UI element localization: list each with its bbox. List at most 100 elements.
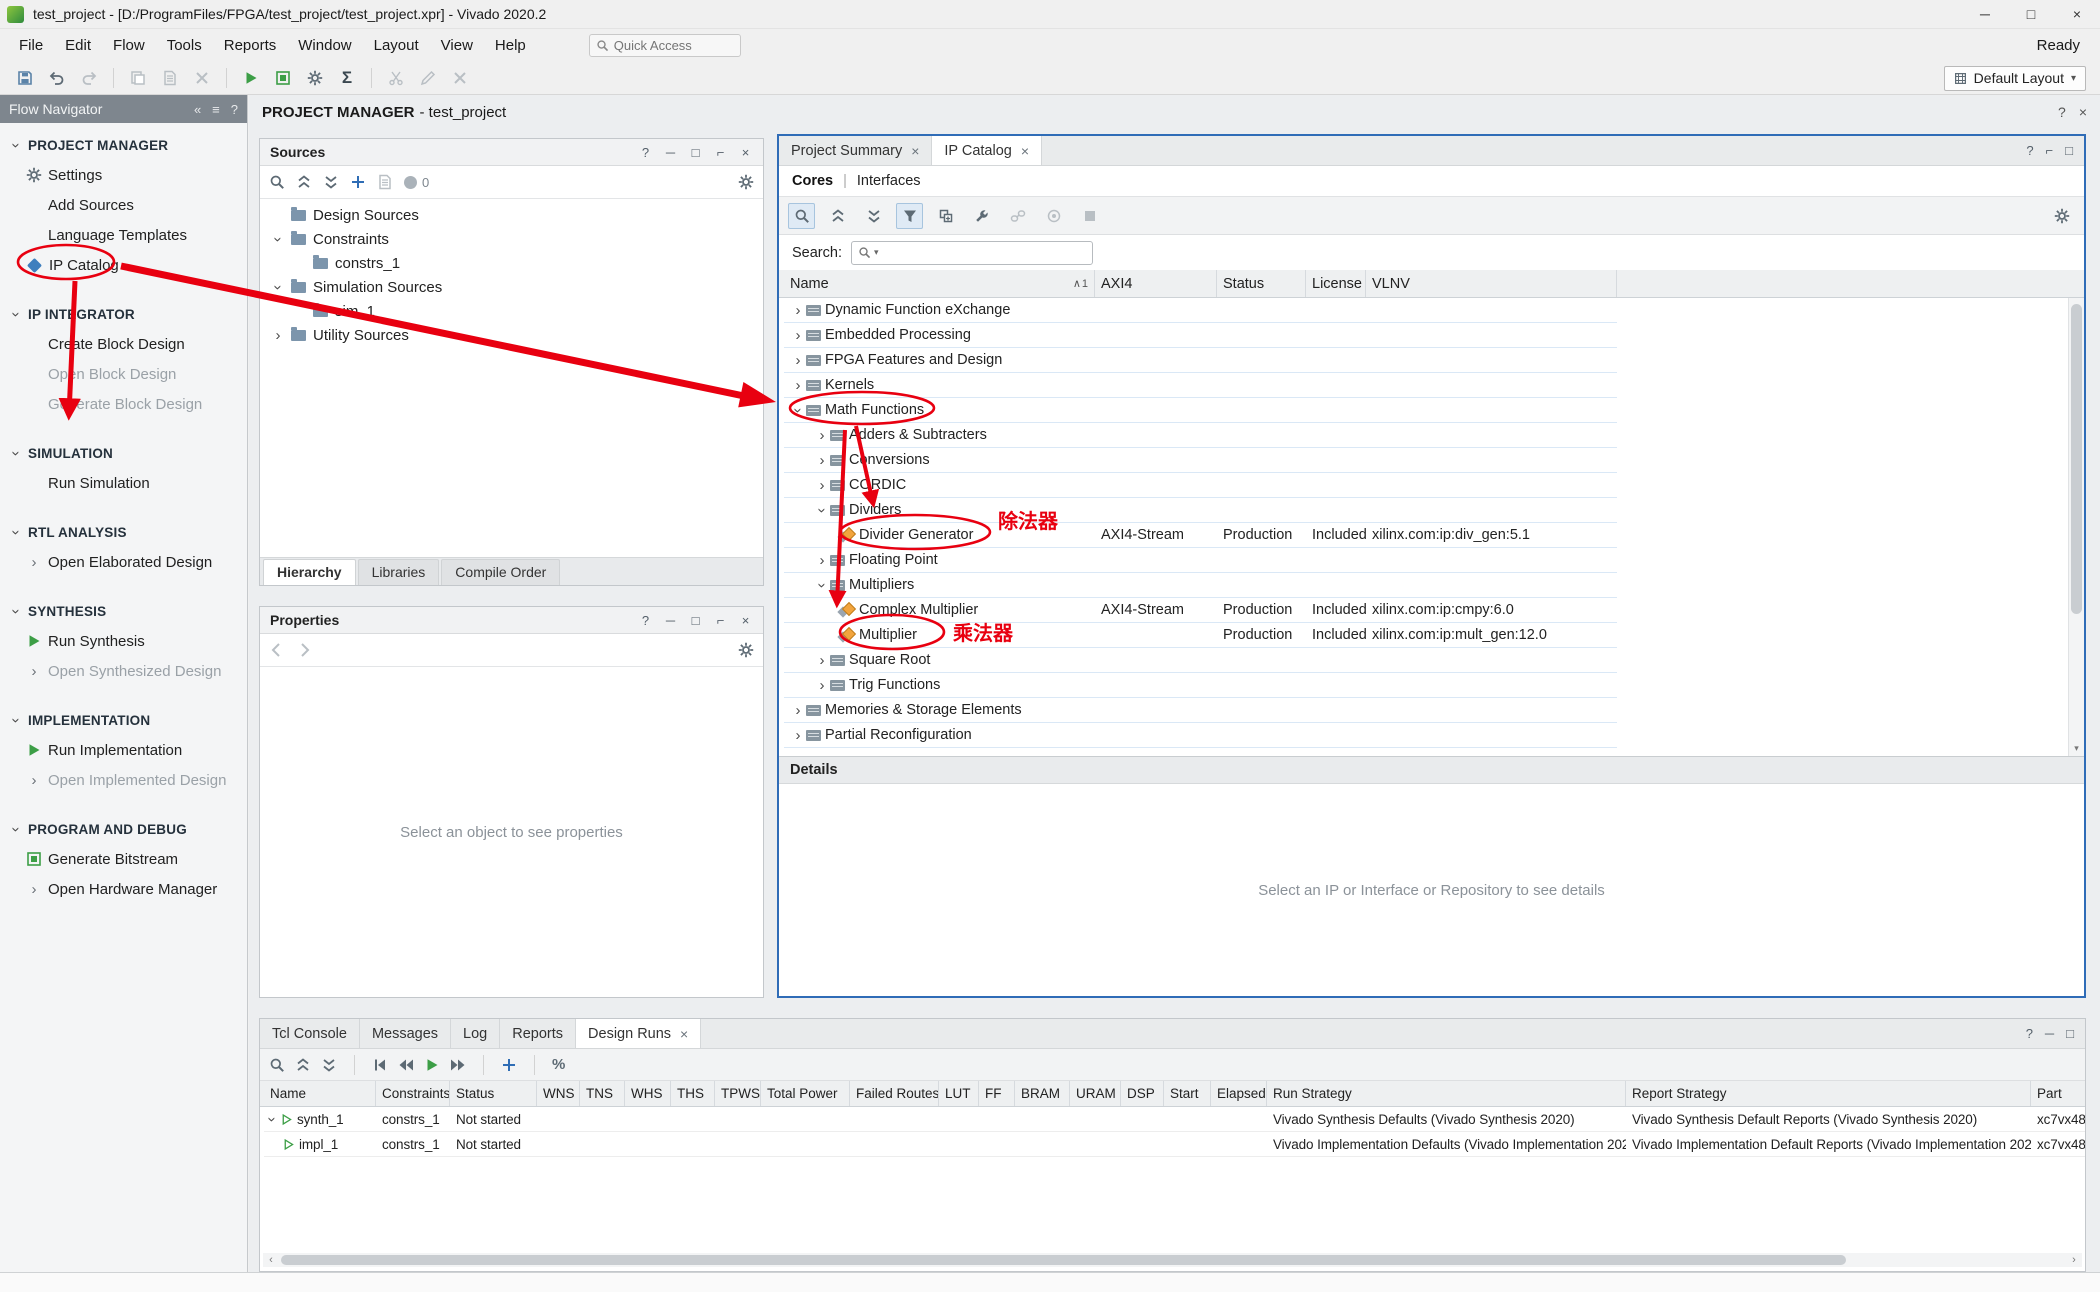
add-repository-button[interactable] (932, 203, 959, 229)
nav-section-ip-integrator[interactable]: ›IP INTEGRATOR (0, 299, 247, 329)
ip-row-complex-multiplier[interactable]: Complex MultiplierAXI4-StreamProductionI… (784, 598, 1617, 623)
settings-gear-button[interactable] (2048, 203, 2075, 229)
run-row-synth-1[interactable]: ›synth_1constrs_1Not startedVivado Synth… (264, 1107, 2085, 1132)
expand-icon[interactable]: › (814, 428, 830, 443)
nav-item-add-sources[interactable]: Add Sources (0, 190, 247, 220)
menu-icon[interactable]: ≡ (212, 102, 220, 117)
ip-row-dividers[interactable]: ›Dividers (784, 498, 1617, 523)
run-button[interactable] (236, 65, 266, 91)
forward-button[interactable] (296, 642, 312, 658)
ip-row-embedded-processing[interactable]: ›Embedded Processing (784, 323, 1617, 348)
search-button[interactable] (269, 1057, 285, 1073)
ip-row-partial-reconfiguration[interactable]: ›Partial Reconfiguration (784, 723, 1617, 748)
ip-search-box[interactable]: ▾ (851, 241, 1093, 265)
column-header-license[interactable]: License (1306, 270, 1366, 297)
edit-button[interactable] (413, 65, 443, 91)
ip-row-conversions[interactable]: ›Conversions (784, 448, 1617, 473)
column-header-constraints[interactable]: Constraints (376, 1081, 450, 1106)
nav-item-open-hardware-manager[interactable]: ›Open Hardware Manager (0, 874, 247, 904)
collapse-panel-icon[interactable]: « (194, 102, 201, 117)
menu-reports[interactable]: Reports (213, 37, 288, 54)
expand-icon[interactable]: › (814, 653, 830, 668)
float-icon[interactable]: ⌐ (713, 613, 728, 628)
column-header-report-strategy[interactable]: Report Strategy (1626, 1081, 2031, 1106)
sources-tab-libraries[interactable]: Libraries (358, 559, 440, 585)
collapse-icon[interactable]: › (791, 402, 806, 418)
ip-row-kernels[interactable]: ›Kernels (784, 373, 1617, 398)
ip-row-multipliers[interactable]: ›Multipliers (784, 573, 1617, 598)
source-item-design-sources[interactable]: ›Design Sources (260, 203, 763, 227)
stop-button[interactable] (1076, 203, 1103, 229)
menu-edit[interactable]: Edit (54, 37, 102, 54)
expand-icon[interactable]: › (814, 453, 830, 468)
sources-tab-compile-order[interactable]: Compile Order (441, 559, 560, 585)
nav-item-open-implemented-design[interactable]: ›Open Implemented Design (0, 765, 247, 795)
expand-icon[interactable]: › (790, 353, 806, 368)
help-icon[interactable]: ? (2026, 143, 2033, 158)
nav-item-run-implementation[interactable]: Run Implementation (0, 735, 247, 765)
source-item-constrs-1[interactable]: ›constrs_1 (260, 251, 763, 275)
column-header-tpws[interactable]: TPWS (715, 1081, 761, 1106)
nav-item-open-block-design[interactable]: Open Block Design (0, 359, 247, 389)
window-minimize-button[interactable]: ─ (1962, 0, 2008, 28)
settings-gear-button[interactable] (738, 642, 754, 658)
close-icon[interactable]: × (738, 613, 753, 628)
column-header-ff[interactable]: FF (979, 1081, 1015, 1106)
link-button[interactable] (1004, 203, 1031, 229)
tab-project-summary[interactable]: Project Summary × (779, 136, 932, 165)
nav-item-open-elaborated-design[interactable]: ›Open Elaborated Design (0, 547, 247, 577)
minimize-icon[interactable]: ─ (2045, 1026, 2054, 1041)
column-header-whs[interactable]: WHS (625, 1081, 671, 1106)
collapse-icon[interactable]: › (271, 231, 286, 247)
column-header-status[interactable]: Status (450, 1081, 537, 1106)
nav-item-run-simulation[interactable]: Run Simulation (0, 468, 247, 498)
column-header-part[interactable]: Part (2031, 1081, 2085, 1106)
source-item-simulation-sources[interactable]: ›Simulation Sources (260, 275, 763, 299)
column-header-status[interactable]: Status (1217, 270, 1306, 297)
menu-window[interactable]: Window (287, 37, 362, 54)
nav-section-synthesis[interactable]: ›SYNTHESIS (0, 596, 247, 626)
scrollbar-thumb[interactable] (281, 1255, 1846, 1265)
nav-item-language-templates[interactable]: Language Templates (0, 220, 247, 250)
redo-button[interactable] (74, 65, 104, 91)
close-icon[interactable]: × (1021, 143, 1029, 159)
collapse-all-button[interactable] (824, 203, 851, 229)
collapse-icon[interactable]: › (271, 279, 286, 295)
column-header-elapsed[interactable]: Elapsed (1211, 1081, 1267, 1106)
expand-icon[interactable]: › (790, 728, 806, 743)
cut-button[interactable] (381, 65, 411, 91)
filter-button[interactable] (896, 203, 923, 229)
settings-gear-button[interactable] (738, 174, 754, 190)
ip-search-input[interactable] (882, 245, 1086, 261)
column-header-total-power[interactable]: Total Power (761, 1081, 850, 1106)
sigma-report-button[interactable]: Σ (332, 65, 362, 91)
expand-icon[interactable]: › (790, 328, 806, 343)
tab-reports[interactable]: Reports (500, 1019, 576, 1048)
vertical-scrollbar[interactable]: ▾ (2068, 298, 2084, 756)
scroll-left-icon[interactable]: ‹ (263, 1253, 279, 1267)
tab-ip-catalog[interactable]: IP Catalog × (932, 136, 1042, 165)
collapse-all-button[interactable] (296, 174, 312, 190)
skip-to-start-button[interactable] (372, 1057, 388, 1073)
ip-row-floating-point[interactable]: ›Floating Point (784, 548, 1617, 573)
maximize-icon[interactable]: □ (688, 613, 703, 628)
tab-design-runs[interactable]: Design Runs× (576, 1019, 701, 1048)
step-forward-button[interactable] (450, 1057, 466, 1073)
ip-row-adders-subtracters[interactable]: ›Adders & Subtracters (784, 423, 1617, 448)
quick-access-input[interactable] (614, 38, 734, 53)
ip-row-cordic[interactable]: ›CORDIC (784, 473, 1617, 498)
quick-access-search[interactable] (589, 34, 741, 57)
window-maximize-button[interactable]: □ (2008, 0, 2054, 28)
menu-file[interactable]: File (8, 37, 54, 54)
nav-item-generate-block-design[interactable]: Generate Block Design (0, 389, 247, 419)
column-header-name[interactable]: Name∧1 (784, 270, 1095, 297)
cancel-button[interactable] (445, 65, 475, 91)
delete-button[interactable] (187, 65, 217, 91)
board-button[interactable] (268, 65, 298, 91)
help-icon[interactable]: ? (2058, 104, 2066, 120)
ip-row-trig-functions[interactable]: ›Trig Functions (784, 673, 1617, 698)
back-button[interactable] (269, 642, 285, 658)
scroll-right-icon[interactable]: › (2066, 1253, 2082, 1267)
help-icon[interactable]: ? (2026, 1026, 2033, 1041)
nav-item-open-synthesized-design[interactable]: ›Open Synthesized Design (0, 656, 247, 686)
